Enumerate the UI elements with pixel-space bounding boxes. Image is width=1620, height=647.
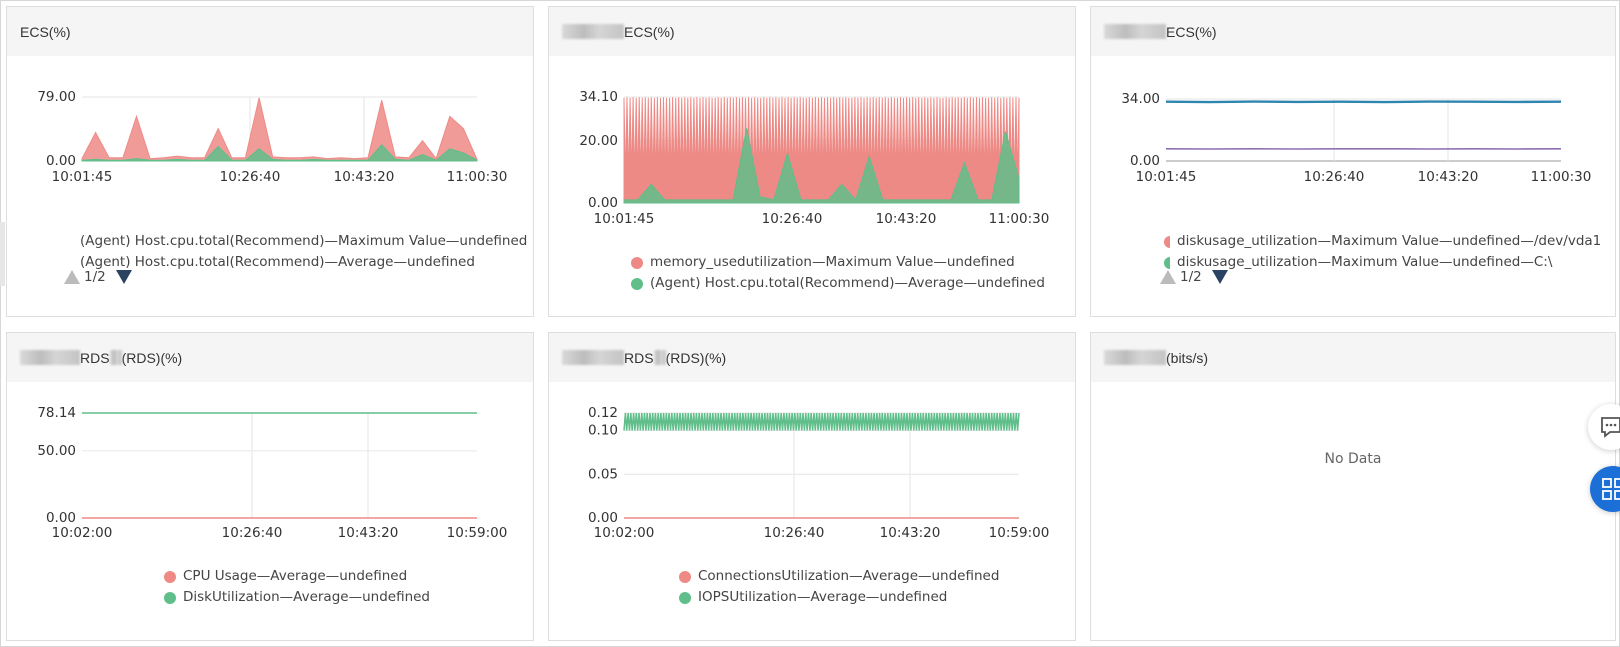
x-tick-label: 11:00:30 <box>447 169 508 185</box>
x-tick-label: 10:02:00 <box>52 525 113 541</box>
x-tick-label: 10:01:45 <box>594 211 655 227</box>
pager-text: 1/2 <box>1180 269 1202 285</box>
panel-rds-cpu-disk: RDS (RDS)(%) 78.14 50.00 0.00 10:02:00 10:26:… <box>6 332 534 641</box>
legend-dot <box>164 570 176 583</box>
y-tick-label: 0.10 <box>588 423 618 439</box>
x-tick-label: 10:26:40 <box>762 211 823 227</box>
legend-item[interactable]: (Agent) Host.cpu.total(Recommend)—Averag… <box>631 273 1045 294</box>
y-tick-label: 50.00 <box>37 443 76 459</box>
pager-next-icon[interactable] <box>1211 270 1228 284</box>
panel-title-text: (bits/s) <box>1166 349 1208 366</box>
x-tick-label: 10:43:20 <box>880 525 941 541</box>
panel-title: (bits/s) <box>1091 333 1615 382</box>
chart-legend: CPU Usage—Average—undefined DiskUtilizat… <box>164 566 430 608</box>
x-tick-label: 10:43:20 <box>338 525 399 541</box>
legend-dot <box>679 570 691 583</box>
panel-rds-connections-iops: RDS (RDS)(%) 0.12 0.10 0.05 0.00 10:02:00 10:2… <box>548 332 1076 641</box>
pager-next-icon[interactable] <box>115 270 132 284</box>
legend-dot <box>1164 235 1170 248</box>
chart-legend: diskusage_utilization—Maximum Value—unde… <box>1164 231 1601 273</box>
legend-pager: 1/2 <box>1160 269 1228 285</box>
legend-item[interactable]: (Agent) Host.cpu.total(Recommend)—Averag… <box>80 252 527 273</box>
panel-ecs-cpu: ECS(%) 79.00 0.00 10:01:45 10:26:40 10:43:20… <box>6 6 534 317</box>
pager-text: 1/2 <box>84 269 106 285</box>
x-tick-label: 10:43:20 <box>334 169 395 185</box>
legend-dot <box>164 591 176 604</box>
y-tick-label: 0.00 <box>46 510 76 526</box>
x-tick-label: 11:00:30 <box>1531 169 1592 185</box>
feedback-button[interactable] <box>1588 404 1620 450</box>
x-tick-label: 10:01:45 <box>1136 169 1197 185</box>
series-area <box>81 97 478 162</box>
legend-item[interactable]: (Agent) Host.cpu.total(Recommend)—Maximu… <box>80 231 527 252</box>
series-line <box>623 412 1020 431</box>
y-tick-label: 0.12 <box>588 405 618 421</box>
chat-icon <box>1601 417 1620 438</box>
chart-legend: ConnectionsUtilization—Average—undefined… <box>679 566 999 608</box>
y-tick-label: 0.00 <box>588 195 618 211</box>
y-tick-label: 0.00 <box>46 153 76 169</box>
sidebar-collapse-handle[interactable] <box>0 222 5 286</box>
x-tick-label: 10:26:40 <box>1304 169 1365 185</box>
no-data-message: No Data <box>1324 451 1382 467</box>
x-tick-label: 10:01:45 <box>52 169 113 185</box>
y-tick-label: 0.05 <box>588 466 618 482</box>
legend-dot <box>631 256 643 269</box>
panel-ecs-memory: ECS(%) 34.10 20.00 0.00 10:01:45 10:26:40 10:… <box>548 6 1076 317</box>
series-line <box>1165 100 1562 104</box>
legend-item[interactable]: CPU Usage—Average—undefined <box>164 566 430 587</box>
pager-prev-icon[interactable] <box>1160 270 1176 284</box>
panel-network-bits: (bits/s) No Data <box>1090 332 1616 641</box>
grid-icon <box>1602 478 1620 500</box>
pager-prev-icon[interactable] <box>64 270 80 284</box>
y-tick-label: 0.00 <box>1130 153 1160 169</box>
legend-item[interactable]: diskusage_utilization—Maximum Value—unde… <box>1164 231 1601 252</box>
y-tick-label: 0.00 <box>588 510 618 526</box>
y-tick-label: 20.00 <box>579 133 618 149</box>
legend-item[interactable]: DiskUtilization—Average—undefined <box>164 587 430 608</box>
x-tick-label: 11:00:30 <box>989 211 1050 227</box>
legend-item[interactable]: ConnectionsUtilization—Average—undefined <box>679 566 999 587</box>
y-tick-label: 34.00 <box>1121 91 1160 107</box>
x-tick-label: 10:26:40 <box>222 525 283 541</box>
legend-dot <box>1164 256 1170 269</box>
y-tick-label: 34.10 <box>579 89 618 105</box>
x-tick-label: 10:59:00 <box>989 525 1050 541</box>
legend-item[interactable]: diskusage_utilization—Maximum Value—unde… <box>1164 252 1601 273</box>
x-tick-label: 10:43:20 <box>876 211 937 227</box>
x-tick-label: 10:02:00 <box>594 525 655 541</box>
panel-ecs-disk: ECS(%) 34.00 0.00 10:01:45 10:26:40 10:43:20… <box>1090 6 1616 317</box>
x-tick-label: 10:26:40 <box>764 525 825 541</box>
redacted-text <box>1104 350 1166 365</box>
legend-item[interactable]: IOPSUtilization—Average—undefined <box>679 587 999 608</box>
x-tick-label: 10:26:40 <box>220 169 281 185</box>
apps-button[interactable] <box>1590 466 1620 512</box>
legend-item[interactable]: memory_usedutilization—Maximum Value—und… <box>631 252 1045 273</box>
legend-dot <box>679 591 691 604</box>
x-tick-label: 10:59:00 <box>447 525 508 541</box>
x-tick-label: 10:43:20 <box>1418 169 1479 185</box>
chart-legend: memory_usedutilization—Maximum Value—und… <box>631 252 1045 294</box>
chart-legend: (Agent) Host.cpu.total(Recommend)—Maximu… <box>80 231 527 273</box>
legend-pager: 1/2 <box>64 269 132 285</box>
y-tick-label: 78.14 <box>37 405 76 421</box>
legend-dot <box>631 277 643 290</box>
y-tick-label: 79.00 <box>37 89 76 105</box>
